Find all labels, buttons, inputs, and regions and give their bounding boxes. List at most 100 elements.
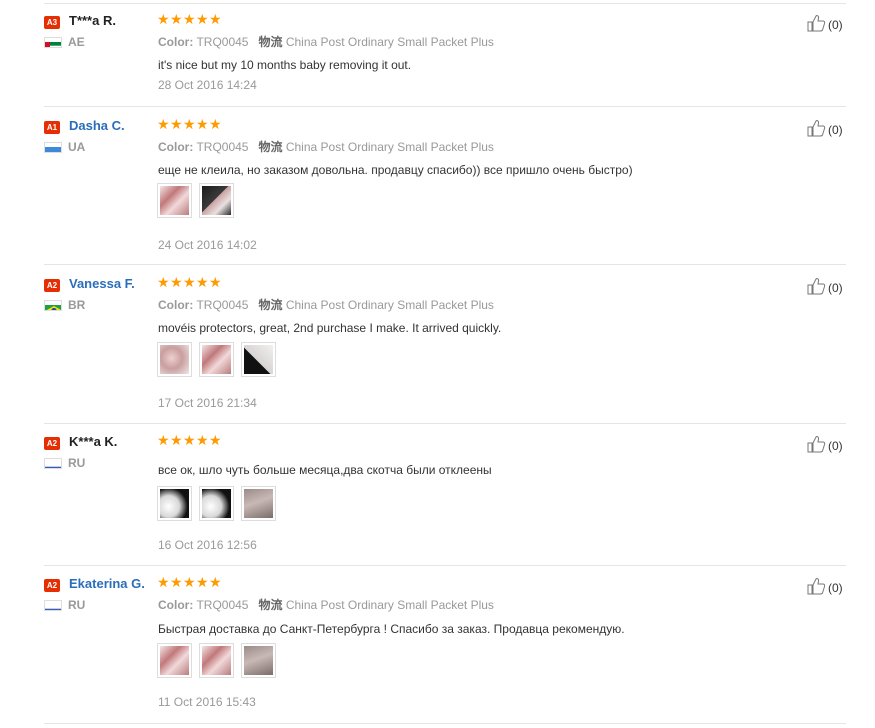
review-text: it's nice but my 10 months baby removing… [158,58,412,72]
country-flag-icon [44,300,62,311]
star-icon: ★ [196,117,209,133]
shipping-value: China Post Ordinary Small Packet Plus [285,298,494,312]
shipping-label: 物流 [258,35,283,49]
star-icon: ★ [183,433,196,449]
buyer-level-badge: A1 [44,121,60,134]
review-list: A3 T***a R. AE ★ ★ ★ ★ ★ Color: TRQ0045 物流 China … [0,0,875,728]
review-photos [157,342,276,377]
review-photos [157,486,276,521]
star-icon: ★ [209,117,222,133]
shipping-value: China Post Ordinary Small Packet Plus [285,35,494,49]
country-code: RU [68,456,86,470]
shipping-label: 物流 [258,298,283,312]
buyer-name[interactable]: Vanessa F. [69,276,135,291]
star-icon: ★ [183,275,196,291]
color-value: TRQ0045 [196,598,249,612]
helpful-count: (0) [828,122,843,137]
review-date: 17 Oct 2016 21:34 [158,396,257,410]
helpful-button[interactable]: (0) [806,577,843,598]
star-icon: ★ [170,12,183,28]
review-photo-thumbnail[interactable] [199,342,234,377]
review-photo-thumbnail[interactable] [241,486,276,521]
review-photo-thumbnail[interactable] [157,342,192,377]
review-text: еще не клеила, но заказом довольна. прод… [158,163,633,177]
star-icon: ★ [157,433,170,449]
helpful-count: (0) [828,280,843,295]
shipping-label: 物流 [258,140,283,154]
buyer-name: T***a R. [69,13,116,28]
star-icon: ★ [157,275,170,291]
review-photo-thumbnail[interactable] [157,183,192,218]
star-rating: ★ ★ ★ ★ ★ [157,117,222,133]
country-code: BR [68,298,86,312]
thumbs-up-icon [806,577,828,598]
star-icon: ★ [170,275,183,291]
helpful-button[interactable]: (0) [806,277,843,298]
shipping-label: 物流 [258,598,283,612]
color-label: Color: [158,298,194,312]
country-code: AE [68,35,85,49]
helpful-button[interactable]: (0) [806,435,843,456]
star-rating: ★ ★ ★ ★ ★ [157,433,222,449]
star-icon: ★ [209,433,222,449]
review-date: 11 Oct 2016 15:43 [158,695,256,709]
thumbs-up-icon [806,119,828,140]
review-text: movéis protectors, great, 2nd purchase I… [158,321,502,335]
star-icon: ★ [183,117,196,133]
shipping-value: China Post Ordinary Small Packet Plus [285,140,494,154]
helpful-button[interactable]: (0) [806,14,843,35]
review-date: 28 Oct 2016 14:24 [158,78,257,92]
order-info: Color: TRQ0045 物流 China Post Ordinary Sma… [158,296,494,313]
country-flag-icon [44,458,62,469]
star-icon: ★ [196,275,209,291]
review-date: 16 Oct 2016 12:56 [158,538,257,552]
review-text: все ок, шло чуть больше месяца,два скотч… [158,463,492,477]
review-date: 24 Oct 2016 14:02 [158,238,257,252]
star-icon: ★ [209,12,222,28]
buyer-name[interactable]: Ekaterina G. [69,576,145,591]
helpful-count: (0) [828,580,843,595]
order-info: Color: TRQ0045 物流 China Post Ordinary Sma… [158,138,494,155]
review-photos [157,643,276,678]
thumbs-up-icon [806,277,828,298]
country-code: RU [68,598,86,612]
star-icon: ★ [170,433,183,449]
review-photo-thumbnail[interactable] [241,643,276,678]
star-icon: ★ [196,433,209,449]
star-icon: ★ [170,575,183,591]
divider [44,264,846,265]
star-icon: ★ [183,575,196,591]
buyer-level-badge: A2 [44,437,60,450]
star-icon: ★ [157,575,170,591]
thumbs-up-icon [806,14,828,35]
star-icon: ★ [196,575,209,591]
review-photos [157,183,234,218]
thumbs-up-icon [806,435,828,456]
review-text: Быстрая доставка до Санкт-Петербурга ! С… [158,622,625,636]
color-value: TRQ0045 [196,35,249,49]
color-label: Color: [158,598,194,612]
buyer-level-badge: A2 [44,279,60,292]
country-flag-icon [44,600,62,611]
star-icon: ★ [209,275,222,291]
color-label: Color: [158,35,194,49]
buyer-level-badge: A3 [44,16,60,29]
divider [44,106,846,107]
review-photo-thumbnail[interactable] [241,342,276,377]
review-photo-thumbnail[interactable] [199,486,234,521]
review-photo-thumbnail[interactable] [157,486,192,521]
helpful-count: (0) [828,17,843,32]
star-icon: ★ [157,12,170,28]
star-rating: ★ ★ ★ ★ ★ [157,12,222,28]
review-photo-thumbnail[interactable] [199,183,234,218]
helpful-button[interactable]: (0) [806,119,843,140]
country-flag-icon [44,142,62,153]
divider [44,565,846,566]
review-photo-thumbnail[interactable] [199,643,234,678]
star-rating: ★ ★ ★ ★ ★ [157,275,222,291]
star-icon: ★ [209,575,222,591]
color-label: Color: [158,140,194,154]
country-code: UA [68,140,86,154]
review-photo-thumbnail[interactable] [157,643,192,678]
buyer-name[interactable]: Dasha C. [69,118,125,133]
